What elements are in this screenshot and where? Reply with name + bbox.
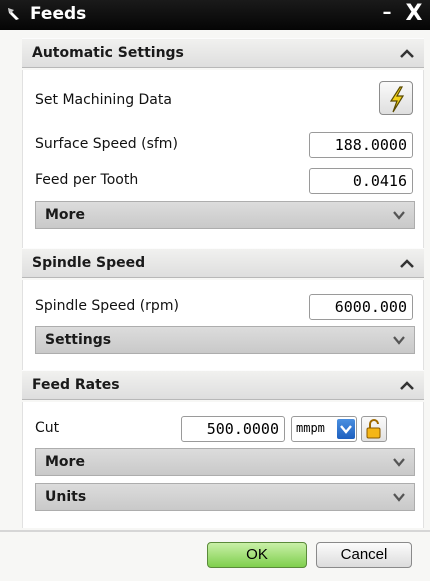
chevron-up-icon[interactable] <box>396 253 418 275</box>
chevron-down-icon <box>393 458 405 467</box>
cut-unit-value: mmpm <box>296 421 325 435</box>
title-bar: Feeds – X <box>0 0 430 30</box>
spindle-speed-header[interactable]: Spindle Speed <box>22 248 424 278</box>
scroll-window-icon <box>8 8 19 20</box>
ok-button[interactable]: OK <box>207 542 307 568</box>
cut-label: Cut <box>35 420 60 436</box>
feed-rates-panel: Cut 500.0000 mmpm More Units <box>22 402 424 528</box>
close-button[interactable]: X <box>400 3 428 27</box>
feed-per-tooth-input[interactable]: 0.0416 <box>309 168 413 194</box>
surface-speed-input[interactable]: 188.0000 <box>309 132 413 158</box>
cancel-button[interactable]: Cancel <box>316 542 412 568</box>
set-machining-data-button[interactable] <box>379 81 413 115</box>
feed-more-panel[interactable]: More <box>35 448 415 476</box>
section-title: Spindle Speed <box>32 255 146 271</box>
chevron-up-icon[interactable] <box>396 375 418 397</box>
feed-rates-header[interactable]: Feed Rates <box>22 370 424 400</box>
automatic-settings-header[interactable]: Automatic Settings <box>22 38 424 68</box>
more-label: More <box>45 207 85 223</box>
automatic-more-panel[interactable]: More <box>35 201 415 229</box>
lightning-icon <box>389 86 405 113</box>
window-title: Feeds <box>30 4 87 24</box>
lock-feed-button[interactable] <box>361 416 387 442</box>
spindle-settings-panel[interactable]: Settings <box>35 326 415 354</box>
spindle-rpm-input[interactable]: 6000.000 <box>309 294 413 320</box>
dropdown-arrow-icon[interactable] <box>337 419 355 439</box>
section-title: Feed Rates <box>32 377 120 393</box>
chevron-down-icon <box>393 336 405 345</box>
set-machining-data-label: Set Machining Data <box>35 92 172 108</box>
automatic-settings-panel: Set Machining Data Surface Speed (sfm) 1… <box>22 70 424 248</box>
padlock-icon <box>366 419 381 439</box>
more-label: More <box>45 454 85 470</box>
chevron-down-icon <box>393 493 405 502</box>
cut-feed-input[interactable]: 500.0000 <box>181 416 285 442</box>
settings-label: Settings <box>45 332 112 348</box>
feed-units-panel[interactable]: Units <box>35 483 415 511</box>
minimize-button[interactable]: – <box>376 4 398 26</box>
surface-speed-label: Surface Speed (sfm) <box>35 136 178 152</box>
footer-divider <box>0 530 430 532</box>
spindle-speed-panel: Spindle Speed (rpm) 6000.000 Settings <box>22 280 424 370</box>
section-title: Automatic Settings <box>32 45 184 61</box>
spindle-rpm-label: Spindle Speed (rpm) <box>35 298 179 314</box>
feed-per-tooth-label: Feed per Tooth <box>35 172 139 188</box>
cut-unit-select[interactable]: mmpm <box>291 416 357 442</box>
chevron-down-icon <box>393 211 405 220</box>
chevron-up-icon[interactable] <box>396 43 418 65</box>
units-label: Units <box>45 489 87 505</box>
